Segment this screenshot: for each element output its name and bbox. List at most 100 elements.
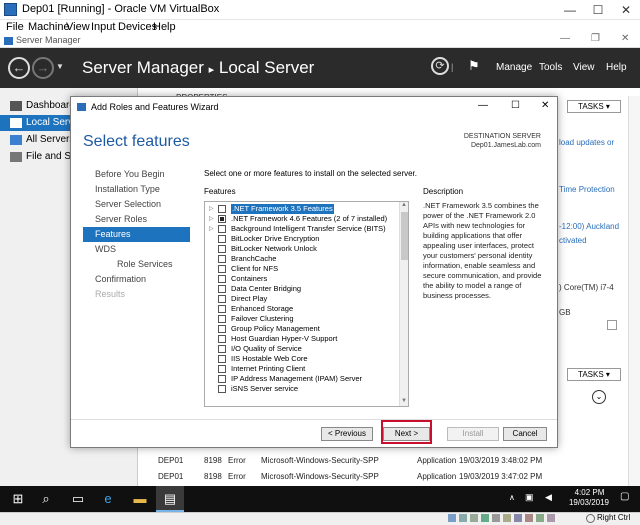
task-view-icon[interactable]: ▭ [68, 490, 88, 508]
network-adapter-icon[interactable] [481, 514, 489, 522]
feature-row[interactable]: BitLocker Network Unlock [205, 244, 397, 254]
feature-checkbox[interactable] [218, 365, 226, 373]
sm-close-icon[interactable]: ✕ [621, 33, 629, 44]
feature-row[interactable]: Containers [205, 274, 397, 284]
feature-checkbox[interactable] [218, 375, 226, 383]
forward-arrow-icon[interactable]: → [32, 57, 54, 79]
wizard-step-before-you-begin[interactable]: Before You Begin [83, 167, 190, 182]
optical-drive-icon[interactable] [459, 514, 467, 522]
feature-row[interactable]: ▷ .NET Framework 4.6 Features (2 of 7 ins… [205, 214, 397, 224]
taskbar-time[interactable]: 4:02 PM [567, 488, 612, 497]
updates-link[interactable]: load updates or [559, 138, 614, 147]
feature-checkbox[interactable] [218, 225, 226, 233]
usb-icon[interactable] [492, 514, 500, 522]
hard-disk-icon[interactable] [448, 514, 456, 522]
feature-checkbox[interactable] [218, 355, 226, 363]
feature-row[interactable]: Direct Play [205, 294, 397, 304]
feature-checkbox[interactable] [218, 305, 226, 313]
wizard-minimize-icon[interactable]: — [478, 100, 488, 111]
vbox-menu-file[interactable]: File [6, 21, 24, 33]
activation-link[interactable]: ctivated [559, 236, 587, 245]
feature-row[interactable]: Internet Printing Client [205, 364, 397, 374]
back-arrow-icon[interactable]: ← [8, 57, 30, 79]
expand-chevron-icon[interactable]: ⌄ [592, 390, 606, 404]
feature-checkbox[interactable] [218, 205, 226, 213]
refresh-icon[interactable]: ⟳ [431, 57, 449, 75]
minimize-icon[interactable]: — [556, 1, 584, 19]
tasks-button-properties[interactable]: TASKS ▾ [567, 100, 621, 113]
sm-minimize-icon[interactable]: — [560, 33, 570, 44]
features-scroll-thumb[interactable] [401, 212, 408, 260]
menu-tools[interactable]: Tools [539, 62, 562, 73]
file-explorer-icon[interactable]: ▬ [130, 490, 150, 508]
feature-checkbox[interactable] [218, 215, 226, 223]
panel-scroll-handle[interactable] [607, 320, 617, 330]
tasks-button-events[interactable]: TASKS ▾ [567, 368, 621, 381]
feature-checkbox[interactable] [218, 295, 226, 303]
feature-row[interactable]: BitLocker Drive Encryption [205, 234, 397, 244]
expand-arrow-icon[interactable]: ▷ [209, 204, 214, 214]
wizard-step-wds[interactable]: WDS [83, 242, 190, 257]
previous-button[interactable]: < Previous [321, 427, 373, 441]
feature-row[interactable]: Host Guardian Hyper-V Support [205, 334, 397, 344]
display-icon[interactable] [514, 514, 522, 522]
vbox-menu-machine[interactable]: Machine [28, 21, 70, 33]
volume-icon[interactable]: ◀ [545, 492, 552, 503]
feature-row[interactable]: I/O Quality of Service [205, 344, 397, 354]
windows-start-icon[interactable]: ⊞ [8, 490, 28, 508]
menu-manage[interactable]: Manage [496, 62, 532, 73]
feature-checkbox[interactable] [218, 285, 226, 293]
protection-link[interactable]: Time Protection [559, 185, 615, 194]
feature-checkbox[interactable] [218, 385, 226, 393]
feature-checkbox[interactable] [218, 275, 226, 283]
feature-row[interactable]: Enhanced Storage [205, 304, 397, 314]
feature-checkbox[interactable] [218, 245, 226, 253]
tray-chevron-icon[interactable]: ∧ [509, 493, 515, 502]
menu-view[interactable]: View [573, 62, 595, 73]
notifications-flag-icon[interactable]: ⚑ [468, 58, 480, 74]
search-icon[interactable]: ⌕ [36, 490, 56, 508]
vbox-menu-devices[interactable]: Devices [118, 21, 157, 33]
expand-arrow-icon[interactable]: ▷ [209, 224, 214, 234]
shared-folders-icon[interactable] [503, 514, 511, 522]
internet-explorer-icon[interactable]: e [98, 490, 118, 508]
feature-row[interactable]: Client for NFS [205, 264, 397, 274]
cpu-icon[interactable] [536, 514, 544, 522]
vbox-menu-view[interactable]: View [66, 21, 90, 33]
feature-row[interactable]: Group Policy Management [205, 324, 397, 334]
wizard-step-server-roles[interactable]: Server Roles [83, 212, 190, 227]
next-button[interactable]: Next > [383, 427, 430, 441]
menu-help[interactable]: Help [606, 62, 627, 73]
feature-checkbox[interactable] [218, 345, 226, 353]
close-icon[interactable]: ✕ [612, 1, 640, 19]
vbox-menu-help[interactable]: Help [153, 21, 176, 33]
expand-arrow-icon[interactable]: ▷ [209, 214, 214, 224]
wizard-step-features[interactable]: Features [83, 227, 190, 242]
feature-row[interactable]: ▷ Background Intelligent Transfer Service… [205, 224, 397, 234]
feature-row[interactable]: Failover Clustering [205, 314, 397, 324]
feature-checkbox[interactable] [218, 325, 226, 333]
sm-restore-icon[interactable]: ❐ [591, 33, 600, 44]
feature-checkbox[interactable] [218, 335, 226, 343]
feature-row[interactable]: IIS Hostable Web Core [205, 354, 397, 364]
recording-icon[interactable] [525, 514, 533, 522]
history-dropdown-icon[interactable]: ▼ [56, 62, 64, 71]
wizard-step-server-selection[interactable]: Server Selection [83, 197, 190, 212]
wizard-step-confirmation[interactable]: Confirmation [83, 272, 190, 287]
feature-row[interactable]: BranchCache [205, 254, 397, 264]
wizard-close-icon[interactable]: ✕ [541, 100, 549, 111]
cancel-button[interactable]: Cancel [503, 427, 547, 441]
features-scrollbar[interactable]: ▲ ▼ [399, 202, 408, 406]
feature-checkbox[interactable] [218, 255, 226, 263]
wizard-step-installation-type[interactable]: Installation Type [83, 182, 190, 197]
scroll-down-icon[interactable]: ▼ [401, 398, 407, 404]
network-icon[interactable]: ▣ [525, 492, 534, 503]
wizard-step-role-services[interactable]: Role Services [83, 257, 190, 272]
mouse-integration-icon[interactable] [547, 514, 555, 522]
scroll-up-icon[interactable]: ▲ [401, 202, 407, 208]
taskbar-date[interactable]: 19/03/2019 [563, 498, 615, 507]
feature-row[interactable]: IP Address Management (IPAM) Server [205, 374, 397, 384]
feature-checkbox[interactable] [218, 235, 226, 243]
wizard-maximize-icon[interactable]: ☐ [511, 100, 520, 111]
feature-row[interactable]: Data Center Bridging [205, 284, 397, 294]
